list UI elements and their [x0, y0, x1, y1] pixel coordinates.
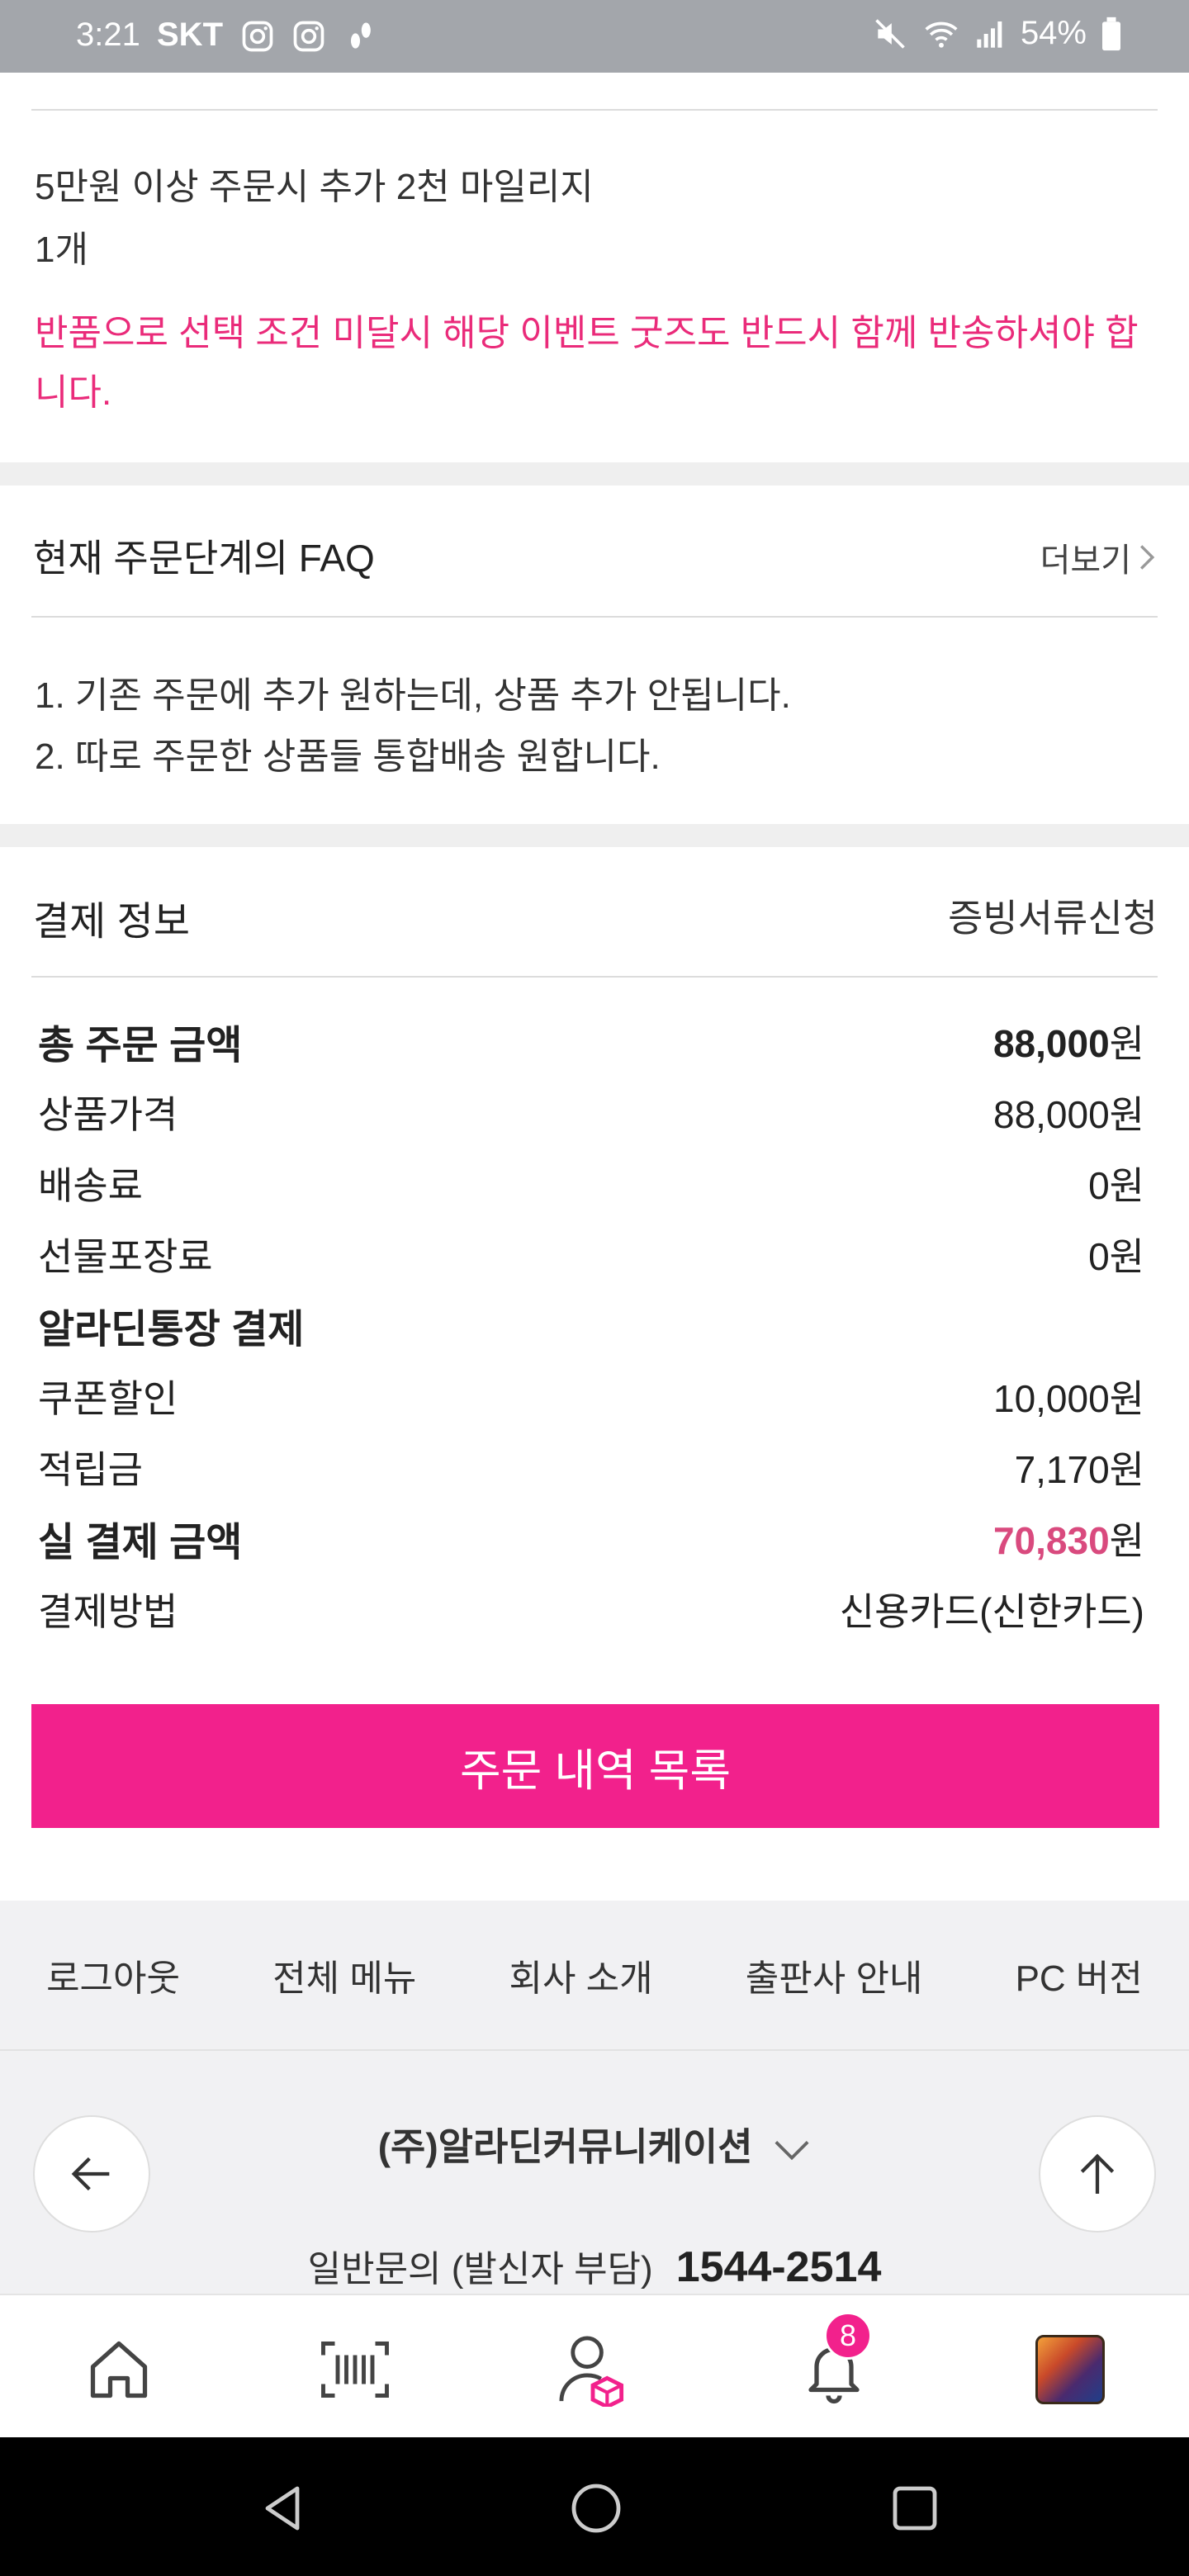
gift-title: 5만원 이상 주문시 추가 2천 마일리지: [35, 167, 594, 207]
signal-icon: [977, 21, 1002, 48]
points-label: 적립금: [38, 1448, 143, 1491]
contact-phone[interactable]: 1544-2514: [676, 2243, 882, 2291]
payment-method-label: 결제방법: [38, 1590, 178, 1633]
company-intro-link[interactable]: 회사 소개: [509, 1949, 652, 2001]
system-nav-bar: [0, 2437, 1189, 2576]
coupon-label: 쿠폰할인: [38, 1377, 178, 1420]
home-circle-icon[interactable]: [565, 2479, 628, 2538]
points-row: 적립금 7,170원: [38, 1438, 1144, 1496]
faq-item[interactable]: 2. 따로 주문한 상품들 통합배송 원합니다.: [35, 727, 661, 779]
shipping-amount: 0원: [1088, 1164, 1144, 1207]
contact-label: 일반문의 (발신자 부담): [307, 2249, 653, 2290]
final-payment-row: 실 결제 금액 70,830원: [38, 1509, 1144, 1567]
back-arrow-icon: [71, 2157, 110, 2191]
nav-library[interactable]: [1029, 2328, 1111, 2411]
company-toggle[interactable]: (주)알라딘커뮤니케이션: [0, 2117, 1189, 2171]
instagram-icon: [293, 21, 324, 52]
account-payment-label: 알라딘통장 결제: [38, 1308, 305, 1352]
section-gap: [0, 462, 1189, 485]
my-page-icon: [559, 2336, 624, 2407]
faq-item[interactable]: 1. 기존 주문에 추가 원하는데, 상품 추가 안됩니다.: [35, 665, 791, 718]
instagram-icon: [242, 21, 273, 52]
divider: [31, 976, 1158, 978]
walk-icon: [351, 22, 371, 49]
nav-home[interactable]: [78, 2328, 160, 2411]
document-request-link[interactable]: 증빙서류신청: [948, 888, 1158, 943]
payment-method-value: 신용카드(신한카드): [839, 1590, 1144, 1633]
contact-line: 일반문의 (발신자 부담) 1544-2514: [0, 2239, 1189, 2292]
payment-title: 결제 정보: [33, 900, 190, 944]
giftwrap-amount: 0원: [1088, 1235, 1144, 1278]
publisher-info-link[interactable]: 출판사 안내: [746, 1949, 923, 2001]
footer-menu: 로그아웃 전체 메뉴 회사 소개 출판사 안내 PC 버전: [0, 1901, 1189, 2049]
divider: [31, 616, 1158, 618]
scroll-top-button[interactable]: [1039, 2115, 1156, 2233]
back-triangle-icon[interactable]: [253, 2479, 312, 2538]
up-arrow-icon: [1080, 2153, 1115, 2194]
divider: [31, 109, 1158, 111]
nav-notifications[interactable]: 8: [793, 2312, 875, 2411]
faq-title: 현재 주문단계의 FAQ: [33, 537, 375, 580]
mute-icon: [875, 18, 905, 49]
home-icon: [90, 2341, 148, 2398]
book-thumbnail: [1035, 2335, 1105, 2404]
product-price-label: 상품가격: [38, 1093, 178, 1136]
account-payment-row: 알라딘통장 결제: [38, 1296, 1144, 1354]
coupon-amount: 10,000원: [992, 1377, 1144, 1420]
faq-more-link[interactable]: 더보기: [1040, 533, 1156, 581]
giftwrap-row: 선물포장료 0원: [38, 1225, 1144, 1283]
total-order-amount: 88,000원: [992, 1022, 1144, 1065]
divider: [0, 2049, 1189, 2051]
shipping-row: 배송료 0원: [38, 1154, 1144, 1212]
payment-method-row: 결제방법 신용카드(신한카드): [38, 1580, 1144, 1638]
pc-version-link[interactable]: PC 버전: [1016, 1949, 1143, 2001]
full-menu-link[interactable]: 전체 메뉴: [272, 1949, 416, 2001]
notification-badge: 8: [824, 2312, 872, 2360]
battery-percent: 54%: [1020, 15, 1087, 51]
recents-square-icon[interactable]: [885, 2479, 945, 2538]
back-button[interactable]: [33, 2115, 150, 2233]
coupon-row: 쿠폰할인 10,000원: [38, 1367, 1144, 1425]
bottom-nav: 8: [0, 2294, 1189, 2437]
company-name: (주)알라딘커뮤니케이션: [377, 2125, 753, 2168]
barcode-icon: [321, 2342, 389, 2398]
chevron-down-icon: [775, 2140, 809, 2161]
section-gap: [0, 824, 1189, 847]
status-carrier: SKT: [157, 17, 223, 53]
battery-icon: [1102, 17, 1120, 50]
chevron-right-icon: [1139, 545, 1155, 570]
status-time: 3:21: [76, 17, 140, 53]
faq-more-label: 더보기: [1040, 542, 1131, 579]
total-order-label: 총 주문 금액: [38, 1024, 243, 1068]
product-price-amount: 88,000원: [992, 1093, 1144, 1136]
shipping-label: 배송료: [38, 1164, 143, 1207]
logout-link[interactable]: 로그아웃: [46, 1949, 180, 2001]
order-list-button[interactable]: 주문 내역 목록: [31, 1704, 1159, 1828]
return-warning: 반품으로 선택 조건 미달시 해당 이벤트 굿즈도 반드시 함께 반송하셔야 합…: [35, 313, 1139, 413]
nav-my-page[interactable]: [552, 2328, 634, 2411]
points-amount: 7,170원: [1014, 1448, 1144, 1491]
wifi-icon: [925, 21, 958, 48]
final-payment-label: 실 결제 금액: [38, 1521, 243, 1565]
giftwrap-label: 선물포장료: [38, 1235, 213, 1278]
final-payment-amount: 70,830원: [992, 1519, 1144, 1562]
total-order-row: 총 주문 금액 88,000원: [38, 1012, 1144, 1070]
product-price-row: 상품가격 88,000원: [38, 1083, 1144, 1141]
status-bar: 3:21 SKT 54%: [0, 0, 1189, 73]
gift-quantity: 1개: [35, 230, 88, 270]
nav-barcode[interactable]: [314, 2328, 396, 2411]
